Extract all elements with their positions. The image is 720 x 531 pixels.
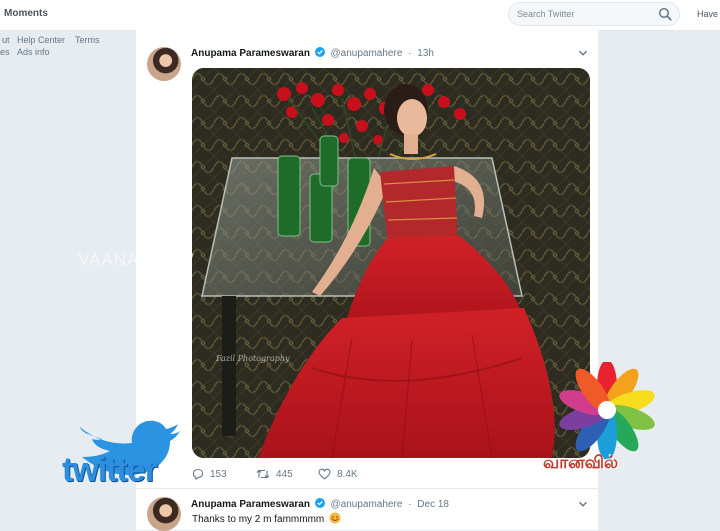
top-navigation-bar: Moments Have xyxy=(0,0,720,31)
author-handle[interactable]: @anupamahere xyxy=(331,48,403,59)
smiling-face-emoji-icon xyxy=(329,512,341,524)
retweet-count: 445 xyxy=(276,469,293,480)
time-separator: · xyxy=(408,499,412,510)
tweet-body: Thanks to my 2 m fammmmm xyxy=(192,514,325,525)
search-box[interactable] xyxy=(508,2,680,26)
time-separator: · xyxy=(408,48,412,59)
footer-link-cookies[interactable]: es xyxy=(0,46,10,58)
search-icon[interactable] xyxy=(658,7,672,21)
verified-badge-icon xyxy=(314,498,325,508)
tweet-media-photo[interactable] xyxy=(192,68,590,458)
footer-link-ads-info[interactable]: Ads info xyxy=(17,46,50,58)
channel-logo-text: வானவில் xyxy=(543,453,619,473)
photo-illustration xyxy=(192,68,590,458)
nav-moments-link[interactable]: Moments xyxy=(4,8,48,19)
reply-count: 153 xyxy=(210,469,227,480)
reply-button[interactable]: 153 xyxy=(192,468,227,484)
tweet-text: Thanks to my 2 m fammmmm xyxy=(192,512,341,525)
author-name[interactable]: Anupama Parameswaran xyxy=(191,499,310,510)
tweet-timestamp[interactable]: Dec 18 xyxy=(417,499,449,510)
footer-link-terms[interactable]: Terms xyxy=(75,34,100,46)
author-name[interactable]: Anupama Parameswaran xyxy=(191,48,310,59)
have-account-link[interactable]: Have xyxy=(697,9,718,19)
like-icon xyxy=(318,468,331,480)
twitter-logo-text: twitter xyxy=(62,451,158,489)
author-handle[interactable]: @anupamahere xyxy=(331,499,403,510)
photographer-signature: Fazil Photography xyxy=(216,354,290,363)
chevron-down-icon[interactable] xyxy=(578,499,588,509)
media-watermark: VAANAVIL TV xyxy=(78,250,196,269)
like-count: 8.4K xyxy=(337,469,358,480)
verified-badge-icon xyxy=(314,47,325,57)
tweet-header: Anupama Parameswaran @anupamahere · 13h xyxy=(191,47,434,59)
retweet-button[interactable]: 445 xyxy=(256,468,293,484)
tweet-divider xyxy=(136,488,598,489)
retweet-icon xyxy=(256,469,270,479)
tweet-timestamp[interactable]: 13h xyxy=(417,48,434,59)
avatar[interactable] xyxy=(147,47,181,81)
tweet-header: Anupama Parameswaran @anupamahere · Dec … xyxy=(191,498,449,510)
search-input[interactable] xyxy=(517,6,653,22)
chevron-down-icon[interactable] xyxy=(578,48,588,58)
footer-link-about[interactable]: ut xyxy=(2,34,10,46)
reply-icon xyxy=(192,468,204,480)
like-button[interactable]: 8.4K xyxy=(318,468,358,484)
footer-link-help-center[interactable]: Help Center xyxy=(17,34,65,46)
